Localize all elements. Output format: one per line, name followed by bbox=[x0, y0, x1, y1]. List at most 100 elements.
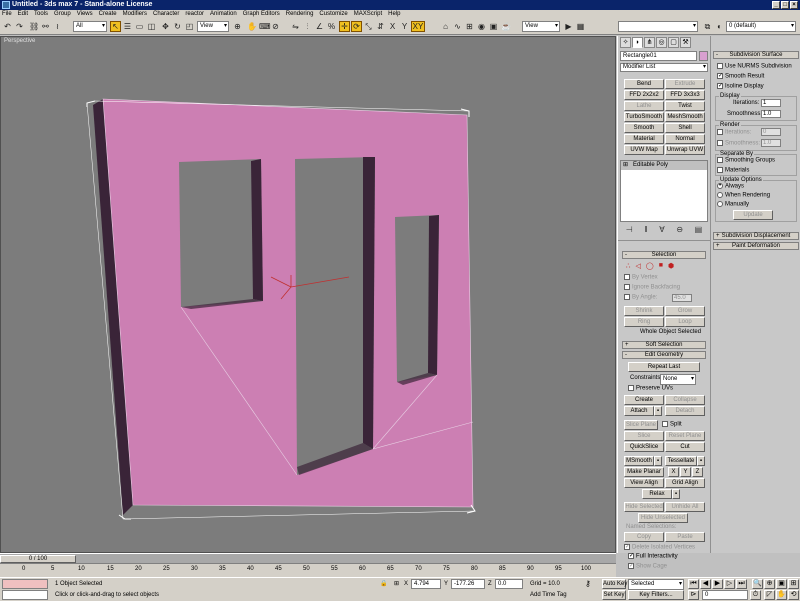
quickslice-button[interactable]: QuickSlice bbox=[624, 442, 664, 452]
window-crossing-icon[interactable]: ◫ bbox=[146, 21, 157, 32]
zoom-extents-icon[interactable]: ▣ bbox=[776, 579, 787, 589]
menu-tools[interactable]: Tools bbox=[34, 10, 48, 19]
planar-x-button[interactable]: X bbox=[668, 467, 679, 477]
soft-selection-rollout[interactable]: + Soft Selection bbox=[622, 341, 706, 349]
tessellate-button[interactable]: Tessellate bbox=[665, 456, 697, 466]
pivot-center-icon[interactable]: ⊕ bbox=[232, 21, 243, 32]
undo-icon[interactable]: ↶ bbox=[2, 21, 13, 32]
isoline-display-checkbox[interactable]: ✓ Isoline Display bbox=[717, 83, 764, 91]
preserve-uvs-checkbox[interactable]: Preserve UVs bbox=[628, 385, 673, 393]
select-by-name-icon[interactable]: ☰ bbox=[122, 21, 133, 32]
manually-radio[interactable]: Manually bbox=[717, 201, 749, 209]
materials-checkbox[interactable]: Materials bbox=[717, 167, 749, 175]
menu-views[interactable]: Views bbox=[77, 10, 93, 19]
cut-button[interactable]: Cut bbox=[665, 442, 705, 452]
reset-plane-button[interactable]: Reset Plane bbox=[665, 431, 705, 441]
zoom-all-icon[interactable]: ⊕ bbox=[764, 579, 775, 589]
move-transform-icon[interactable]: ✛ bbox=[339, 21, 350, 32]
perspective-viewport[interactable]: Perspective bbox=[0, 36, 616, 553]
bend-button[interactable]: Bend bbox=[624, 79, 664, 89]
extrude-button[interactable]: Extrude bbox=[665, 79, 705, 89]
ignore-backfacing-checkbox[interactable]: Ignore Backfacing bbox=[624, 284, 680, 292]
field-of-view-icon[interactable]: ◸ bbox=[764, 590, 775, 600]
axis-y-icon[interactable]: Y bbox=[399, 21, 410, 32]
polygon-mode-icon[interactable]: ■ bbox=[659, 262, 663, 270]
scale-transform-icon[interactable]: ⤡ bbox=[363, 21, 374, 32]
msmooth-settings-button[interactable]: ▪ bbox=[654, 456, 662, 466]
menu-rendering[interactable]: Rendering bbox=[286, 10, 314, 19]
menu-group[interactable]: Group bbox=[54, 10, 71, 19]
unhide-all-button[interactable]: Unhide All bbox=[665, 502, 705, 512]
key-mode-toggle-icon[interactable]: ⊳ bbox=[688, 590, 699, 600]
attach-button[interactable]: Attach bbox=[624, 406, 654, 416]
select-manipulate-icon[interactable]: ✋ bbox=[246, 21, 257, 32]
update-button[interactable]: Update bbox=[733, 210, 773, 220]
angle-snap-icon[interactable]: ∠ bbox=[314, 21, 325, 32]
play-icon[interactable]: ▶ bbox=[712, 579, 723, 589]
pan-icon[interactable]: ✋ bbox=[776, 590, 787, 600]
ring-button[interactable]: Ring bbox=[624, 317, 664, 327]
link-icon[interactable]: ⛓ bbox=[28, 21, 39, 32]
menu-help[interactable]: Help bbox=[388, 10, 400, 19]
track-bar[interactable]: 0 5 10 15 20 25 30 35 40 45 50 55 60 65 … bbox=[0, 563, 616, 577]
uvw-map-button[interactable]: UVW Map bbox=[624, 145, 664, 155]
select-object-icon[interactable]: ↖ bbox=[110, 21, 121, 32]
by-angle-checkbox[interactable]: By Angle: bbox=[624, 294, 657, 302]
create-tab-icon[interactable]: ✧ bbox=[620, 37, 631, 48]
x-coord-field[interactable]: 4.794 bbox=[411, 579, 441, 589]
z-coord-field[interactable]: 0.0 bbox=[495, 579, 523, 589]
show-end-result-icon[interactable]: ‖ bbox=[644, 225, 647, 237]
rotate-transform-icon[interactable]: ⟳ bbox=[351, 21, 362, 32]
current-frame-field[interactable]: 0 bbox=[702, 590, 748, 600]
reference-coordinate-dropdown[interactable]: View bbox=[197, 21, 229, 32]
layer-display-icon[interactable]: ◐ bbox=[714, 21, 725, 32]
remove-modifier-icon[interactable]: ⊖ bbox=[676, 225, 683, 237]
axis-xy-icon[interactable]: XY bbox=[411, 21, 425, 32]
render-iterations-checkbox[interactable]: Iterations: bbox=[717, 129, 751, 137]
stack-item-editable-poly[interactable]: Editable Poly bbox=[621, 161, 707, 170]
grid-align-button[interactable]: Grid Align bbox=[665, 478, 705, 488]
grow-button[interactable]: Grow bbox=[665, 306, 705, 316]
shell-button[interactable]: Shell bbox=[665, 123, 705, 133]
border-mode-icon[interactable]: ◯ bbox=[646, 262, 654, 270]
schematic-view-icon[interactable]: ⊞ bbox=[464, 21, 475, 32]
minimize-button[interactable]: _ bbox=[772, 1, 780, 9]
select-scale-icon[interactable]: ◰ bbox=[184, 21, 195, 32]
render-smoothness-checkbox[interactable]: Smoothness: bbox=[717, 140, 760, 148]
subdivision-displacement-rollout[interactable]: + Subdivision Displacement bbox=[713, 232, 799, 240]
menu-character[interactable]: Character bbox=[153, 10, 179, 19]
selection-rollout[interactable]: - Selection bbox=[622, 251, 706, 259]
object-color-swatch[interactable] bbox=[699, 51, 708, 61]
select-rotate-icon[interactable]: ↻ bbox=[172, 21, 183, 32]
render-type-dropdown[interactable]: View bbox=[522, 21, 560, 32]
select-move-icon[interactable]: ✥ bbox=[160, 21, 171, 32]
ffd-2x2x2-button[interactable]: FFD 2x2x2 bbox=[624, 90, 664, 100]
render-smoothness-spinner[interactable]: 1.0 bbox=[761, 139, 781, 147]
unwrap-uvw-button[interactable]: Unwrap UVW bbox=[665, 145, 705, 155]
material-button[interactable]: Material bbox=[624, 134, 664, 144]
motion-tab-icon[interactable]: ◎ bbox=[656, 37, 667, 48]
quick-render-icon[interactable]: ☕ bbox=[500, 21, 511, 32]
key-icon[interactable]: ⚷ bbox=[585, 579, 591, 589]
ffd-3x3x3-button[interactable]: FFD 3x3x3 bbox=[665, 90, 705, 100]
selection-filter-dropdown[interactable]: All bbox=[73, 21, 107, 32]
delete-isolated-checkbox[interactable]: ✓ Delete Isolated Vertices bbox=[624, 544, 695, 552]
planar-z-button[interactable]: Z bbox=[692, 467, 703, 477]
tessellate-settings-button[interactable]: ▪ bbox=[697, 456, 705, 466]
smooth-button[interactable]: Smooth bbox=[624, 123, 664, 133]
lathe-button[interactable]: Lathe bbox=[624, 101, 664, 111]
menu-animation[interactable]: Animation bbox=[210, 10, 237, 19]
menu-create[interactable]: Create bbox=[99, 10, 117, 19]
edge-mode-icon[interactable]: ◁ bbox=[635, 262, 640, 270]
hide-selected-button[interactable]: Hide Selected bbox=[624, 502, 664, 512]
twist-button[interactable]: Twist bbox=[665, 101, 705, 111]
constraints-dropdown[interactable]: None bbox=[660, 374, 696, 385]
time-slider[interactable]: 0 / 100 bbox=[0, 553, 616, 563]
render-iterations-spinner[interactable]: 0 bbox=[761, 128, 781, 136]
close-button[interactable]: × bbox=[790, 1, 798, 9]
view-align-button[interactable]: View Align bbox=[624, 478, 664, 488]
unlink-icon[interactable]: ⚯ bbox=[40, 21, 51, 32]
previous-frame-icon[interactable]: ◀ bbox=[700, 579, 711, 589]
add-time-tag[interactable]: Add Time Tag bbox=[530, 590, 567, 600]
normal-button[interactable]: Normal bbox=[665, 134, 705, 144]
